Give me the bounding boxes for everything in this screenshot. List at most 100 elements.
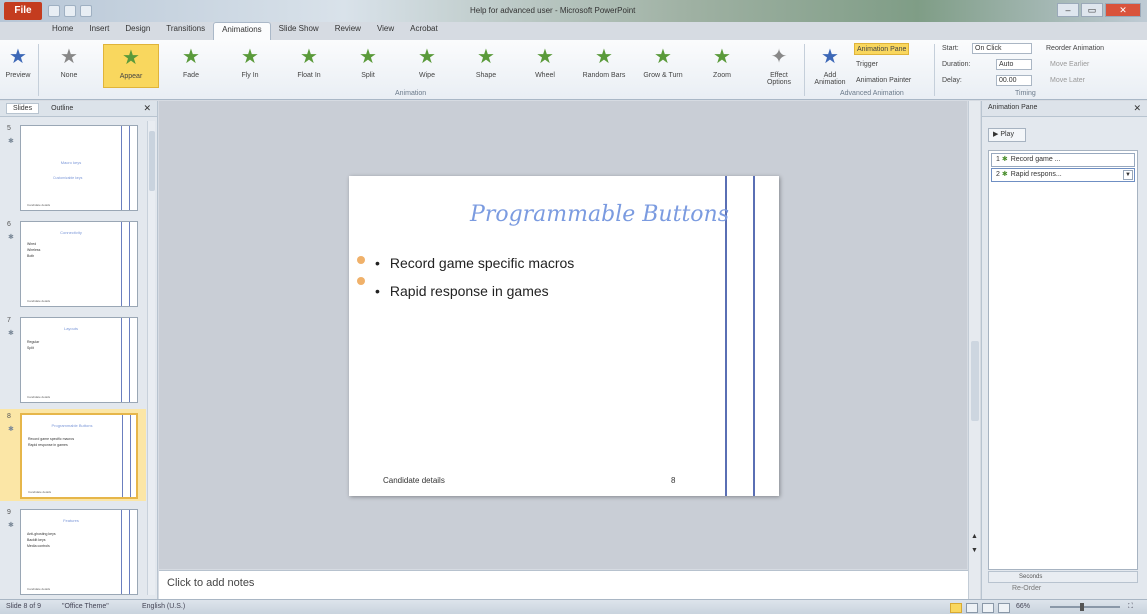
effect-none[interactable]: ★ None bbox=[44, 44, 94, 88]
slide-bullet[interactable]: • Rapid response in games bbox=[375, 283, 549, 299]
quick-access-toolbar bbox=[48, 5, 92, 17]
animation-tag-2[interactable] bbox=[357, 277, 365, 285]
window-title: Help for advanced user - Microsoft Power… bbox=[470, 6, 636, 15]
slide-bullet[interactable]: • Record game specific macros bbox=[375, 255, 574, 271]
add-animation-button[interactable]: ★ Add Animation bbox=[808, 44, 852, 88]
duration-label: Duration: bbox=[942, 61, 971, 68]
effect-grow-turn[interactable]: ★ Grow & Turn bbox=[638, 44, 688, 88]
slide-title[interactable]: Programmable Buttons bbox=[409, 202, 729, 227]
slide-thumbnail-row[interactable]: 9 ✱ Features Anti-ghosting keys Backlit … bbox=[0, 505, 146, 597]
tab-slides[interactable]: Slides bbox=[6, 103, 40, 114]
slides-pane: Slides Outline ✕ 5 ✱ Macro keys Customiz… bbox=[0, 101, 158, 599]
slide-thumbnail-row[interactable]: 6 ✱ Connectivity Wired Wireless Both Can… bbox=[0, 217, 146, 309]
effect-random-bars[interactable]: ★ Random Bars bbox=[579, 44, 629, 88]
slide-thumbnail[interactable]: Connectivity Wired Wireless Both Candida… bbox=[20, 221, 138, 307]
editor-scrollbar[interactable]: ▲ ▼ bbox=[968, 101, 980, 599]
zoom-slider-thumb[interactable] bbox=[1080, 603, 1084, 611]
group-label-timing: Timing bbox=[1015, 90, 1036, 97]
effect-float-in[interactable]: ★ Float In bbox=[284, 44, 334, 88]
zoom-level[interactable]: 66% bbox=[1016, 603, 1030, 610]
effect-wipe[interactable]: ★ Wipe bbox=[402, 44, 452, 88]
tab-outline[interactable]: Outline bbox=[45, 104, 79, 113]
language-indicator[interactable]: English (U.S.) bbox=[142, 603, 185, 610]
thumb-bullet: Wireless bbox=[27, 248, 41, 252]
animation-painter-button[interactable]: Animation Painter bbox=[854, 75, 913, 87]
ribbon-separator bbox=[804, 44, 805, 96]
thumb-title: Connectivity bbox=[60, 230, 82, 235]
move-later-button[interactable]: Move Later bbox=[1048, 75, 1087, 87]
preview-button[interactable]: ★ Preview bbox=[2, 44, 34, 88]
close-icon[interactable]: ✕ bbox=[1133, 103, 1141, 114]
close-icon[interactable]: ✕ bbox=[143, 103, 151, 114]
notes-placeholder[interactable]: Click to add notes bbox=[167, 577, 254, 589]
save-icon[interactable] bbox=[48, 5, 60, 17]
slide-number: 6 bbox=[7, 221, 11, 228]
trigger-button[interactable]: Trigger bbox=[854, 59, 880, 71]
effect-appear[interactable]: ★ Appear bbox=[103, 44, 159, 88]
zoom-slider[interactable] bbox=[1050, 606, 1120, 608]
animation-pane-button[interactable]: Animation Pane bbox=[854, 43, 910, 55]
minimize-button[interactable]: – bbox=[1057, 3, 1079, 17]
effect-wheel[interactable]: ★ Wheel bbox=[520, 44, 570, 88]
reading-view-icon[interactable] bbox=[982, 603, 994, 613]
slide-thumbnail[interactable]: Macro keys Customizable keys Candidate d… bbox=[20, 125, 138, 211]
star-icon: ★ bbox=[595, 46, 613, 68]
animation-item[interactable]: 1 ✱ Record game ... bbox=[991, 153, 1135, 167]
tab-review[interactable]: Review bbox=[327, 22, 369, 40]
tab-slide-show[interactable]: Slide Show bbox=[271, 22, 327, 40]
slides-scrollbar[interactable] bbox=[147, 121, 155, 595]
effect-shape[interactable]: ★ Shape bbox=[461, 44, 511, 88]
ribbon-separator bbox=[38, 44, 39, 96]
file-menu-button[interactable]: File bbox=[4, 2, 42, 20]
move-earlier-button[interactable]: Move Earlier bbox=[1048, 59, 1091, 71]
effect-fly-in[interactable]: ★ Fly In bbox=[225, 44, 275, 88]
chevron-down-icon[interactable]: ▼ bbox=[1123, 170, 1133, 180]
effect-fade[interactable]: ★ Fade bbox=[166, 44, 216, 88]
scrollbar-thumb[interactable] bbox=[149, 131, 155, 191]
timeline-bar[interactable]: Seconds bbox=[988, 571, 1138, 583]
tab-insert[interactable]: Insert bbox=[81, 22, 117, 40]
fit-to-window-icon[interactable]: ⛶ bbox=[1128, 603, 1133, 611]
slide-number: 5 bbox=[7, 125, 11, 132]
close-button[interactable]: ✕ bbox=[1105, 3, 1141, 17]
start-dropdown[interactable]: On Click bbox=[972, 43, 1032, 54]
thumb-title: Features bbox=[63, 518, 79, 523]
normal-view-icon[interactable] bbox=[950, 603, 962, 613]
thumb-bullet: Split bbox=[27, 346, 34, 350]
current-slide[interactable]: Programmable Buttons • Record game specif… bbox=[349, 176, 779, 496]
slide-thumbnail-row[interactable]: 5 ✱ Macro keys Customizable keys Candida… bbox=[0, 121, 146, 213]
animation-item[interactable]: 2 ✱ Rapid respons... ▼ bbox=[991, 168, 1135, 182]
maximize-button[interactable]: ▭ bbox=[1081, 3, 1103, 17]
delay-spinner[interactable]: 00.00 bbox=[996, 75, 1032, 86]
slide-thumbnail-row[interactable]: 7 ✱ Layouts Regular Split Candidate deta… bbox=[0, 313, 146, 405]
previous-slide-icon[interactable]: ▲ bbox=[971, 533, 978, 540]
tab-acrobat[interactable]: Acrobat bbox=[402, 22, 446, 40]
redo-icon[interactable] bbox=[80, 5, 92, 17]
thumb-line bbox=[121, 318, 122, 402]
tab-design[interactable]: Design bbox=[117, 22, 158, 40]
thumb-line bbox=[122, 415, 123, 497]
slide-footer[interactable]: Candidate details bbox=[383, 476, 445, 485]
undo-icon[interactable] bbox=[64, 5, 76, 17]
play-button[interactable]: ▶ Play bbox=[988, 128, 1026, 142]
tab-home[interactable]: Home bbox=[44, 22, 81, 40]
effect-zoom[interactable]: ★ Zoom bbox=[697, 44, 747, 88]
slide-thumbnail-row-current[interactable]: 8 ✱ Programmable Buttons Record game spe… bbox=[0, 409, 146, 501]
effect-split[interactable]: ★ Split bbox=[343, 44, 393, 88]
reorder-controls[interactable]: Re-Order bbox=[1012, 585, 1041, 592]
tab-transitions[interactable]: Transitions bbox=[158, 22, 213, 40]
slide-thumbnail[interactable]: Programmable Buttons Record game specifi… bbox=[20, 413, 138, 499]
notes-pane[interactable]: Click to add notes bbox=[159, 570, 968, 599]
animation-tag-1[interactable] bbox=[357, 256, 365, 264]
slide-sorter-icon[interactable] bbox=[966, 603, 978, 613]
tab-animations[interactable]: Animations bbox=[213, 22, 271, 40]
slide-show-icon[interactable] bbox=[998, 603, 1010, 613]
duration-spinner[interactable]: Auto bbox=[996, 59, 1032, 70]
tab-view[interactable]: View bbox=[369, 22, 402, 40]
slide-thumbnail[interactable]: Layouts Regular Split Candidate details bbox=[20, 317, 138, 403]
next-slide-icon[interactable]: ▼ bbox=[971, 547, 978, 554]
scrollbar-thumb[interactable] bbox=[971, 341, 979, 421]
effect-options-button[interactable]: ✦ Effect Options bbox=[758, 44, 800, 88]
star-icon: ★ bbox=[9, 46, 27, 68]
slide-thumbnail[interactable]: Features Anti-ghosting keys Backlit keys… bbox=[20, 509, 138, 595]
